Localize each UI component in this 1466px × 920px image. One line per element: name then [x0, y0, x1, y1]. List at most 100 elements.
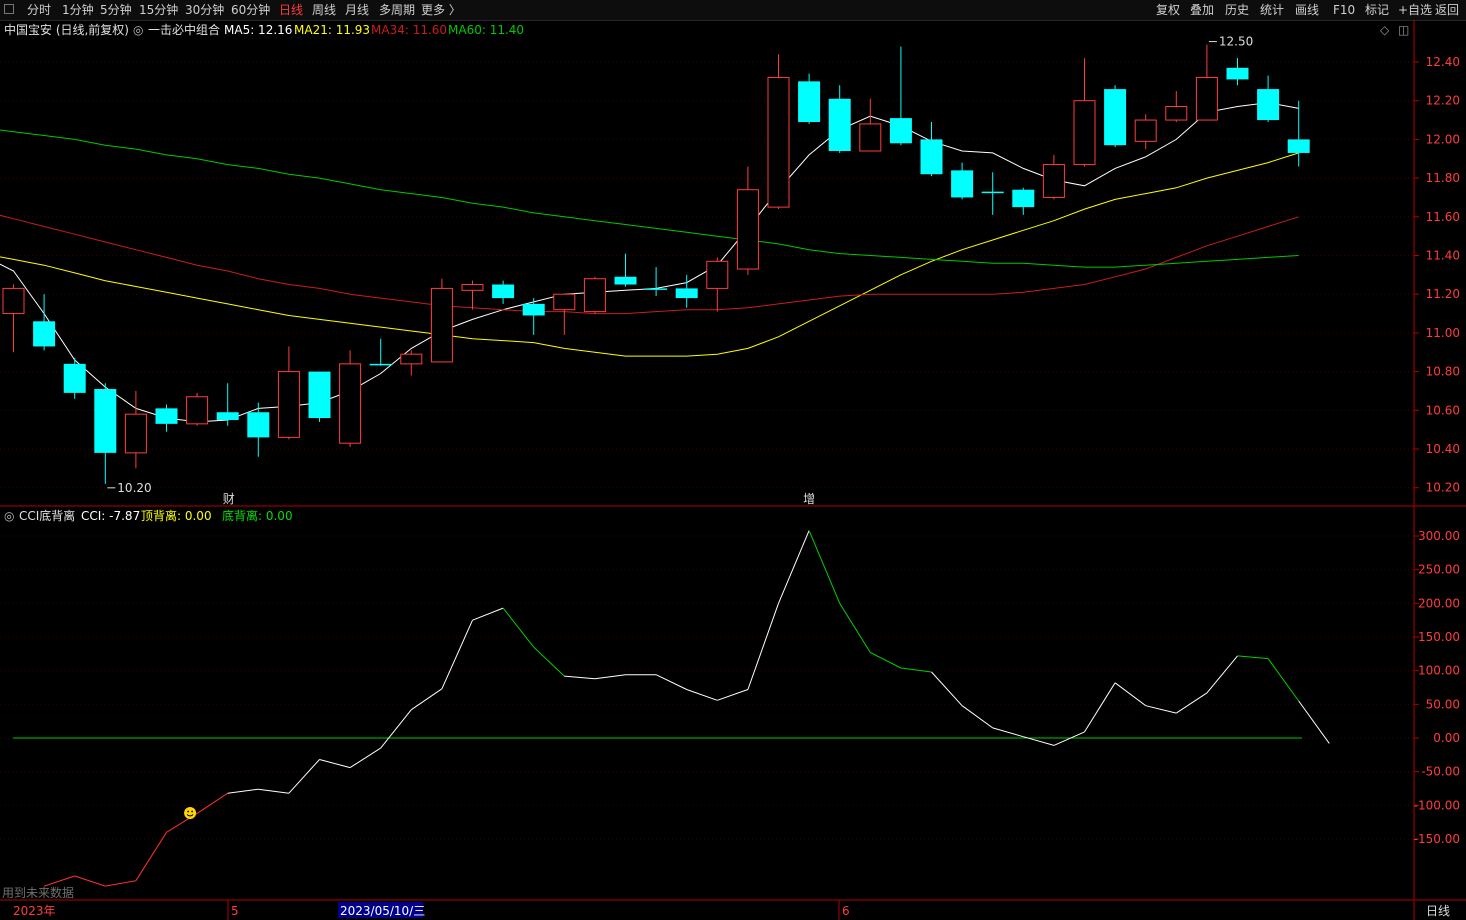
cci-segment: [472, 607, 504, 621]
cci-segment: [931, 671, 963, 707]
candle-body: [1073, 100, 1096, 166]
candlesticks: [2, 44, 1310, 484]
cci-tick-label: 300.00: [1418, 529, 1460, 543]
candle: [767, 54, 790, 210]
cci-segment: [74, 875, 106, 887]
candle: [828, 85, 851, 153]
candle: [553, 293, 576, 335]
candle: [798, 73, 821, 124]
date-label-may: 5: [231, 904, 239, 918]
cci-segment: [778, 530, 810, 604]
cci-segment: [655, 674, 687, 690]
candle: [155, 404, 178, 432]
candle: [186, 392, 209, 426]
cci-segment: [441, 619, 473, 690]
candle: [369, 338, 392, 366]
cci-tick-label: 0.00: [1433, 731, 1460, 745]
chart-frame: [0, 20, 1466, 920]
cci-segment: [43, 875, 75, 887]
grid-lines: [0, 61, 1414, 840]
cci-segment: [1206, 655, 1238, 694]
cci-tick-label: 200.00: [1418, 596, 1460, 610]
candle: [583, 276, 606, 314]
candle-body: [216, 412, 239, 420]
candle-body: [645, 288, 668, 290]
candle-body: [277, 371, 300, 438]
smiley-icon: [184, 807, 197, 819]
candle-body: [981, 191, 1004, 194]
increase-marker: 增: [803, 492, 815, 506]
cci-segment: [900, 667, 932, 673]
candle: [1012, 187, 1035, 215]
candle-body: [155, 408, 178, 424]
candle-body: [828, 98, 851, 152]
candle: [614, 253, 637, 287]
price-tick-label: 10.60: [1426, 403, 1460, 417]
cci-segment: [1176, 692, 1208, 714]
candle: [889, 46, 912, 146]
candle-body: [1257, 89, 1280, 121]
candle: [859, 98, 882, 152]
moving-average-lines: [0, 102, 1299, 423]
price-tick-label: 11.40: [1426, 249, 1460, 263]
date-label-june: 6: [842, 904, 850, 918]
cci-segment: [564, 675, 595, 680]
candle-body: [1104, 89, 1127, 146]
cci-segment: [747, 603, 779, 690]
candle: [2, 284, 25, 353]
candle: [1257, 75, 1280, 122]
ma-line-ma5: [0, 102, 1299, 423]
candle-body: [859, 123, 882, 152]
candle: [981, 172, 1004, 215]
candle: [920, 121, 943, 177]
cci-tick-label: 50.00: [1426, 697, 1460, 711]
date-label-year: 2023年: [13, 904, 56, 918]
candle: [430, 278, 453, 363]
ma-line-ma60: [0, 129, 1299, 268]
candle-body: [1012, 189, 1035, 208]
candle-body: [400, 353, 423, 365]
high-price-label: 12.50: [1219, 35, 1253, 49]
candle-body: [308, 371, 331, 419]
candle: [400, 350, 423, 376]
smiley-eye-right: [191, 810, 194, 813]
stock-chart[interactable]: 12.40 12.20 12.00 11.80 11.60 11.40 11.20 11.00…: [0, 0, 1466, 920]
price-tick-label: 10.40: [1426, 442, 1460, 456]
cci-segment: [411, 688, 443, 711]
cci-segment: [258, 788, 289, 794]
cci-segment: [686, 689, 718, 701]
cci-segment: [227, 788, 259, 794]
candle: [1073, 58, 1096, 167]
candle-body: [920, 139, 943, 175]
finance-marker: 财: [223, 492, 235, 506]
candle: [1104, 85, 1127, 148]
candle: [1195, 44, 1218, 121]
cci-segment: [1298, 700, 1330, 744]
cci-segment: [380, 709, 412, 749]
cci-segment: [288, 759, 320, 794]
price-tick-label: 11.20: [1426, 287, 1460, 301]
smiley-eye-left: [187, 810, 190, 813]
price-tick-label: 12.40: [1426, 55, 1460, 69]
candle: [706, 257, 729, 312]
cci-tick-label: 150.00: [1418, 630, 1460, 644]
cci-segment: [105, 880, 136, 887]
candle-body: [522, 303, 545, 316]
cci-segment: [1084, 682, 1116, 733]
candle-body: [706, 260, 729, 289]
candle-body: [583, 278, 606, 313]
cci-segment: [135, 832, 167, 881]
cci-segment: [1237, 655, 1269, 660]
candle-body: [553, 293, 576, 311]
cci-segment: [808, 530, 841, 604]
candle: [308, 371, 331, 422]
candle-body: [889, 118, 912, 144]
price-tick-label: 12.20: [1426, 94, 1460, 108]
price-tick-label: 12.00: [1426, 132, 1460, 146]
cci-segment: [1267, 658, 1300, 702]
candle-body: [247, 412, 270, 438]
cci-segment: [839, 603, 871, 653]
candle-body: [94, 389, 117, 453]
cci-segment: [594, 674, 626, 680]
cci-segment: [319, 759, 351, 769]
